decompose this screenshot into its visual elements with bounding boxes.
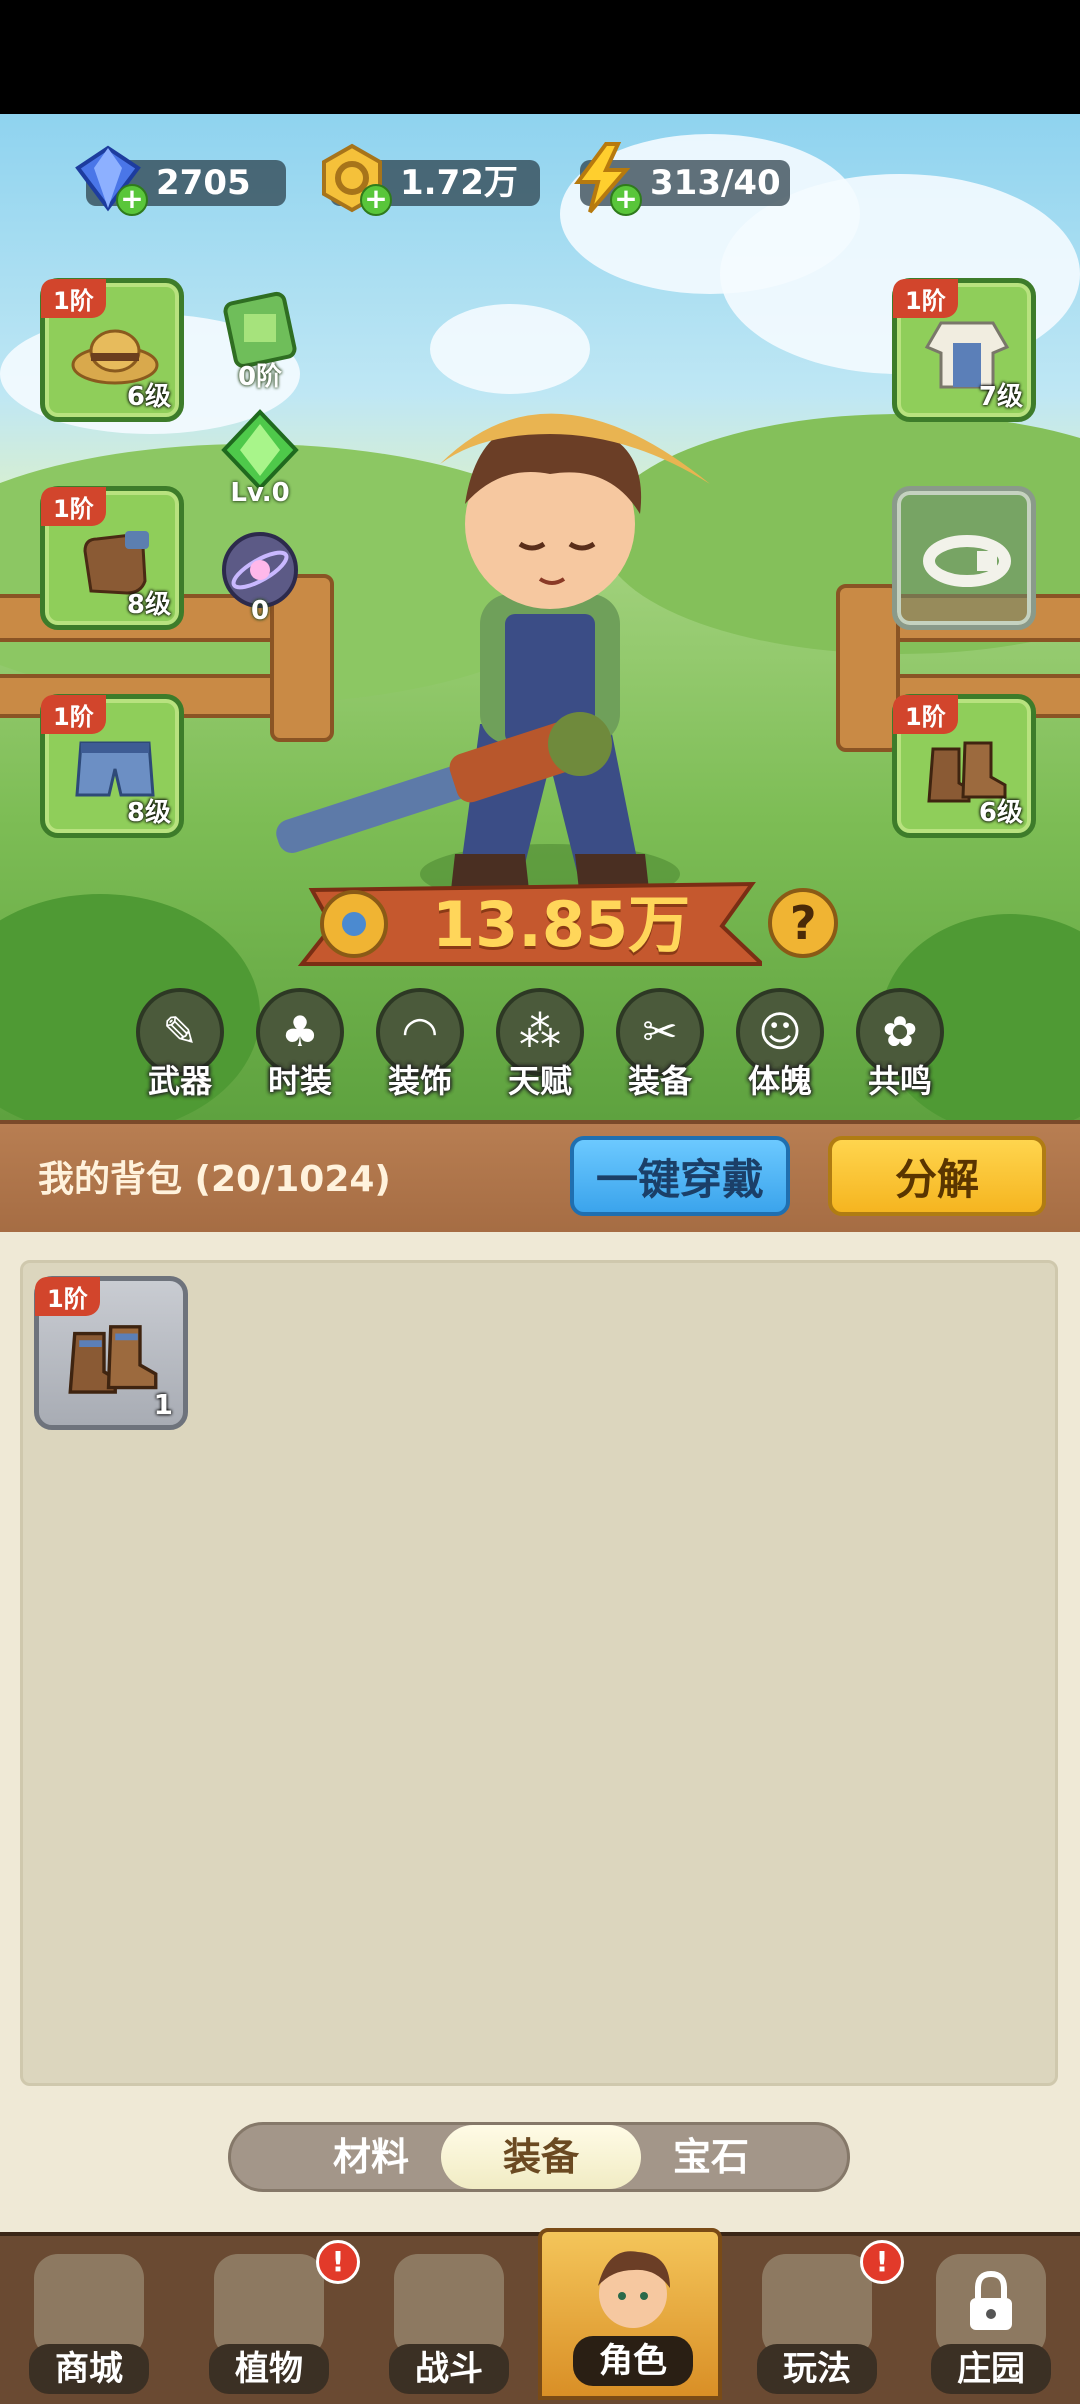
category-resonance[interactable]: ✿ 共鸣 <box>850 988 950 1108</box>
combat-power-banner: 13.85万 <box>292 880 762 970</box>
category-label: 装饰 <box>387 1062 452 1100</box>
lock-icon <box>970 2270 1012 2330</box>
alert-badge: ! <box>860 2240 904 2284</box>
slot-shirt[interactable]: 1阶 7级 <box>892 278 1036 422</box>
category-decoration[interactable]: ◠ 装饰 <box>370 988 470 1108</box>
category-label: 体魄 <box>747 1062 812 1100</box>
slot-pants[interactable]: 1阶 8级 <box>40 694 184 838</box>
tab-gems[interactable]: 宝石 <box>611 2125 811 2189</box>
orb-count-label: 0 <box>250 596 270 626</box>
nav-shop[interactable]: 商城 <box>4 2240 174 2400</box>
item-count: 1 <box>153 1388 173 1421</box>
shop-icon <box>34 2254 144 2358</box>
belt-icon <box>923 535 1011 587</box>
add-energy-icon[interactable]: + <box>610 184 642 216</box>
bag-tabs: 材料 装备 宝石 <box>228 2122 850 2192</box>
category-fashion[interactable]: ♣ 时装 <box>250 988 350 1108</box>
nav-character[interactable]: 角色 <box>538 2228 722 2400</box>
nav-battle[interactable]: 战斗 <box>364 2240 534 2400</box>
coin-value: 1.72万 <box>400 163 518 203</box>
energy-resource[interactable]: + 313/40 <box>574 142 790 216</box>
level-label: 8级 <box>126 798 171 828</box>
nav-label: 植物 <box>209 2344 329 2394</box>
bag-title: 我的背包 (20/1024) <box>38 1159 391 1200</box>
rank-badge: 1阶 <box>41 487 106 526</box>
rank-badge: 1阶 <box>35 1277 100 1316</box>
status-bar <box>0 0 1080 114</box>
diamond-resource[interactable]: + 2705 <box>75 145 286 216</box>
slot-belt[interactable] <box>892 486 1036 630</box>
nav-plants[interactable]: 植物 ! <box>184 2240 360 2400</box>
rank-badge: 1阶 <box>893 279 958 318</box>
add-coin-icon[interactable]: + <box>360 184 392 216</box>
rank-badge: 1阶 <box>893 695 958 734</box>
category-label: 武器 <box>147 1062 212 1100</box>
gem-level-label: Lv.0 <box>230 478 290 508</box>
category-weapon[interactable]: ✎ 武器 <box>130 988 230 1108</box>
slot-gloves[interactable]: 1阶 8级 <box>40 486 184 630</box>
help-label: ? <box>789 896 817 950</box>
equip-all-button[interactable]: 一键穿戴 <box>570 1136 790 1216</box>
level-label: 8级 <box>126 590 171 620</box>
level-label: 6级 <box>126 382 171 412</box>
combat-power-value: 13.85万 <box>432 888 691 961</box>
gameplay-icon <box>762 2254 872 2358</box>
alert-badge: ! <box>316 2240 360 2284</box>
nav-label: 角色 <box>573 2336 693 2386</box>
plant-icon <box>214 2254 324 2358</box>
category-label: 共鸣 <box>867 1062 932 1100</box>
nav-gameplay[interactable]: 玩法 ! <box>732 2240 904 2400</box>
nav-label: 商城 <box>29 2344 149 2394</box>
category-label: 天赋 <box>507 1062 572 1100</box>
slot-hat[interactable]: 1阶 6级 <box>40 278 184 422</box>
character-avatar-icon <box>598 2251 670 2328</box>
rank-badge: 1阶 <box>41 695 106 734</box>
category-label: 时装 <box>267 1062 332 1100</box>
category-label: 装备 <box>627 1062 692 1100</box>
boots-icon <box>68 1325 158 1394</box>
coin-resource[interactable]: + 1.72万 <box>322 143 540 216</box>
nav-label: 战斗 <box>389 2344 509 2394</box>
energy-value: 313/40 <box>650 163 781 203</box>
card-stage-label: 0阶 <box>237 362 283 392</box>
category-physique[interactable]: ☺ 体魄 <box>730 988 830 1108</box>
nav-label: 庄园 <box>931 2344 1051 2394</box>
level-label: 6级 <box>978 798 1023 828</box>
category-talent[interactable]: ⁂ 天赋 <box>490 988 590 1108</box>
nav-label: 玩法 <box>757 2344 877 2394</box>
level-label: 7级 <box>978 382 1023 412</box>
slot-boots[interactable]: 1阶 6级 <box>892 694 1036 838</box>
add-diamond-icon[interactable]: + <box>116 184 148 216</box>
bag-item-boots[interactable]: 1阶 1 <box>34 1276 188 1430</box>
rank-badge: 1阶 <box>41 279 106 318</box>
category-equipment[interactable]: ✂ 装备 <box>610 988 710 1108</box>
battle-icon <box>394 2254 504 2358</box>
diamond-value: 2705 <box>156 163 251 203</box>
nav-manor[interactable]: 庄园 <box>906 2240 1076 2400</box>
decompose-button[interactable]: 分解 <box>828 1136 1046 1216</box>
